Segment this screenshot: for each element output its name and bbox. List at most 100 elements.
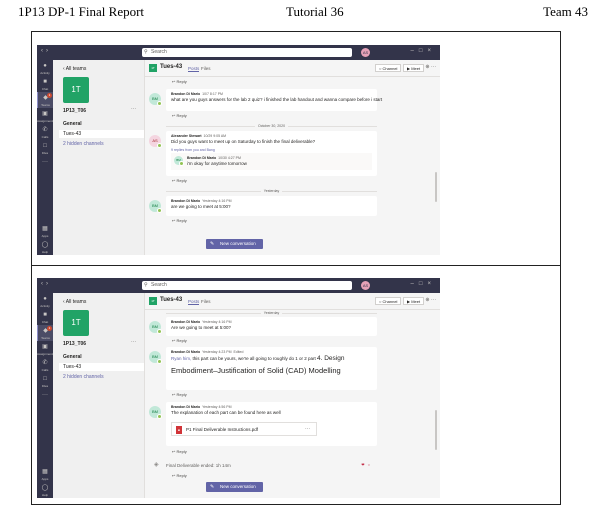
header-more-icon[interactable]: ⊕ ··· xyxy=(425,297,436,303)
hidden-channels-link[interactable]: 2 hidden channels xyxy=(63,141,104,147)
tab-posts[interactable]: Posts xyxy=(188,66,200,72)
user-avatar[interactable]: AS xyxy=(361,48,370,57)
meet-button[interactable]: ▶ Meet xyxy=(403,297,425,305)
rail-activity[interactable]: ● Activity xyxy=(37,293,53,309)
reaction-icons[interactable]: ❤○ xyxy=(361,462,373,467)
report-team: Team 43 xyxy=(543,4,588,19)
rail-apps[interactable]: ▦ Apps xyxy=(37,466,53,482)
chat-icon: ■ xyxy=(43,79,47,85)
hidden-channels-link[interactable]: 2 hidden channels xyxy=(63,374,104,380)
reply-button[interactable]: Reply xyxy=(172,218,186,223)
rail-calls[interactable]: ✆ Calls xyxy=(37,357,53,373)
channel-item[interactable]: Tues-43 xyxy=(59,363,144,371)
rail-apps[interactable]: ▦ Apps xyxy=(37,223,53,239)
meet-button[interactable]: ▶ Meet xyxy=(403,64,425,72)
rail-help[interactable]: ◯ Help xyxy=(37,482,53,498)
search-input[interactable]: ⚲ Search xyxy=(142,48,352,57)
bell-icon: ● xyxy=(43,63,47,69)
rail-help[interactable]: ◯ Help xyxy=(37,239,53,255)
rail-chat[interactable]: ■ Chat xyxy=(37,309,53,325)
reply-button[interactable]: Reply xyxy=(172,473,186,478)
rail-more[interactable]: ··· xyxy=(37,389,53,405)
date-divider: October 30, 2020 xyxy=(166,124,377,128)
search-icon: ⚲ xyxy=(144,282,148,288)
author: Alexander Stewart xyxy=(171,134,202,138)
channel-general[interactable]: General xyxy=(63,121,82,127)
all-teams-label: All teams xyxy=(65,66,87,72)
rail-teams[interactable]: 1 ◆ Teams xyxy=(37,325,53,341)
search-input[interactable]: ⚲ Search xyxy=(142,281,352,290)
file-more-icon[interactable]: ··· xyxy=(305,426,310,432)
all-teams-link[interactable]: ‹ All teams xyxy=(63,299,86,305)
timestamp: Yesterday 4:23 PM xyxy=(202,350,232,354)
channel-header: 1T Tues-43 Posts Files ○ Channel ▶ Meet … xyxy=(145,293,440,310)
meet-btn-label: Meet xyxy=(411,66,421,71)
timestamp: 10/29 9:05 AM xyxy=(203,134,227,138)
team-more-icon[interactable]: ··· xyxy=(131,106,136,112)
message-list: Yesterday BM Brandon Di Mario Yesterday … xyxy=(145,310,440,480)
file-attachment[interactable]: ■ P1 Final Deliverable Instructions.pdf … xyxy=(171,422,317,436)
mention[interactable]: Ryan him, xyxy=(171,356,191,361)
apps-icon: ▦ xyxy=(42,469,48,475)
title-bar: ‹› ⚲ Search AS –□× xyxy=(37,278,440,293)
window-controls[interactable]: –□× xyxy=(411,48,436,54)
channel-icon: 1T xyxy=(149,64,157,72)
channel-general[interactable]: General xyxy=(63,354,82,360)
user-avatar[interactable]: AS xyxy=(361,281,370,290)
reply-button[interactable]: Reply xyxy=(172,79,186,84)
back-forward-icon[interactable]: ‹› xyxy=(41,281,51,287)
reply-button[interactable]: Reply xyxy=(172,178,186,183)
screenshot-frame-2: ‹› ⚲ Search AS –□× ● Activity ■ Chat 1 ◆ Tea… xyxy=(31,265,561,505)
reply-button[interactable]: Reply xyxy=(172,113,186,118)
rail-calls[interactable]: ✆ Calls xyxy=(37,124,53,140)
channel-info-button[interactable]: ○ Channel xyxy=(375,297,402,305)
header-more-icon[interactable]: ⊕ ··· xyxy=(425,64,436,70)
more-icon: ··· xyxy=(42,392,48,398)
channel-title: Tues-43 xyxy=(160,297,183,303)
team-more-icon[interactable]: ··· xyxy=(131,339,136,345)
reply-button[interactable]: Reply xyxy=(172,392,186,397)
all-teams-label: All teams xyxy=(65,299,87,305)
rail-activity[interactable]: ● Activity xyxy=(37,60,53,76)
tab-files[interactable]: Files xyxy=(201,66,211,71)
reply-button[interactable]: Reply xyxy=(172,449,186,454)
message-meta: Brandon Di Mario Yesterday 4:23 PM Edite… xyxy=(171,350,243,354)
all-teams-link[interactable]: ‹ All teams xyxy=(63,66,86,72)
title-bar: ‹› ⚲ Search AS –□× xyxy=(37,45,440,60)
rail-assignments[interactable]: ▣ Assignments xyxy=(37,341,54,357)
channel-info-button[interactable]: ○ Channel xyxy=(375,64,402,72)
message-text: Ryan him, this part can be yours, we're … xyxy=(171,355,344,362)
message-meta: Alexander Stewart 10/29 9:05 AM xyxy=(171,134,226,138)
window-controls[interactable]: –□× xyxy=(411,281,436,287)
new-conversation-button[interactable]: New conversation xyxy=(206,482,263,492)
rail-assignments[interactable]: ▣ Assignments xyxy=(37,108,54,124)
message-text: are we going to meet at 5:00? xyxy=(171,204,231,209)
message: BM Brandon Di Mario Yesterday 4:16 PM Ar… xyxy=(149,317,377,336)
apps-icon: ▦ xyxy=(42,226,48,232)
rail-files[interactable]: □ Files xyxy=(37,140,53,156)
report-tutorial: Tutorial 36 xyxy=(286,4,344,19)
rail-more[interactable]: ··· xyxy=(37,156,53,172)
new-conversation-button[interactable]: New conversation xyxy=(206,239,263,249)
tab-files[interactable]: Files xyxy=(201,299,211,304)
rail-files[interactable]: □ Files xyxy=(37,373,53,389)
rail-teams[interactable]: 1 ◆ Teams xyxy=(37,92,53,108)
date-label: Yesterday xyxy=(260,189,283,193)
scrollbar[interactable] xyxy=(435,172,437,202)
tab-posts[interactable]: Posts xyxy=(188,299,200,305)
message: BM Brandon Di Mario 10/7 8:17 PM what ar… xyxy=(149,89,382,111)
avatar: BM xyxy=(149,321,162,334)
report-course: 1P13 DP-1 Final Report xyxy=(18,4,145,19)
timestamp: Yesterday 4:16 PM xyxy=(202,199,232,203)
rail-chat[interactable]: ■ Chat xyxy=(37,76,53,92)
message-text: Did you guys want to meet up on Saturday… xyxy=(171,139,316,144)
channel-item[interactable]: Tues-43 xyxy=(59,130,144,138)
back-forward-icon[interactable]: ‹› xyxy=(41,48,51,54)
rail-bottom: ▦ Apps ◯ Help xyxy=(37,466,53,498)
replies-collapse-link[interactable]: 9 replies from you and Bang xyxy=(171,148,215,152)
channel-header: 1T Tues-43 Posts Files ○ Channel ▶ Meet … xyxy=(145,60,440,77)
message-text: what are you guys answers for the lab 2 … xyxy=(171,97,383,102)
reply-button[interactable]: Reply xyxy=(172,338,186,343)
app-rail: ● Activity ■ Chat 1 ◆ Teams ▣ Assignments ✆ Ca… xyxy=(37,60,54,255)
scrollbar[interactable] xyxy=(435,410,437,450)
